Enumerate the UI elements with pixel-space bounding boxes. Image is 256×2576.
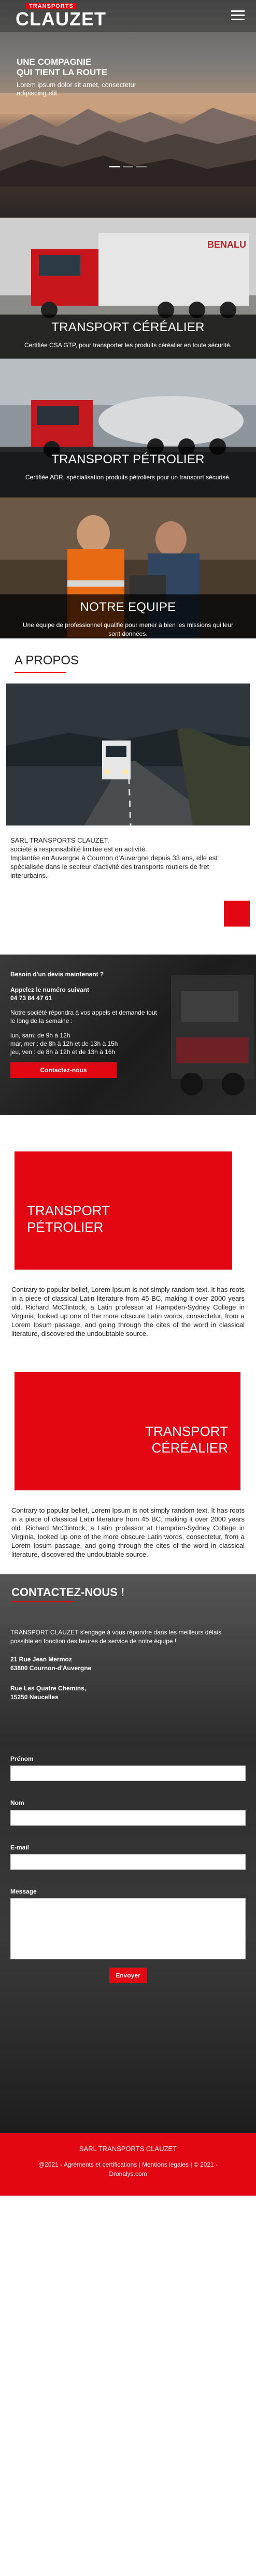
address-line: 21 Rue Jean Mermoz bbox=[10, 1655, 72, 1663]
footer-credit-link[interactable]: Dronalys.com bbox=[0, 2169, 256, 2179]
contact-title: CONTACTEZ-NOUS ! bbox=[11, 1585, 125, 1599]
cerealier-title-line1: TRANSPORT bbox=[145, 1423, 228, 1439]
hero-caption: UNE COMPAGNIE QUI TIENT LA ROUTE Lorem i… bbox=[17, 57, 141, 97]
petrolier-title-line2: PÉTROLIER bbox=[27, 1219, 104, 1235]
hero-title-line2: QUI TIENT LA ROUTE bbox=[17, 67, 108, 77]
hours-line: lun, sam: de 9h à 12h bbox=[10, 1031, 70, 1039]
slider-dot[interactable] bbox=[136, 166, 147, 167]
service-card-petrolier[interactable]: TRANSPORT PÉTROLIER Certifiée ADR, spéci… bbox=[0, 359, 256, 497]
cerealier-text: Contrary to popular belief, Lorem Ipsum … bbox=[11, 1506, 245, 1558]
service-title: NOTRE EQUIPE bbox=[80, 600, 176, 614]
contact-intro: TRANSPORT CLAUZET s'engage à vous répond… bbox=[10, 1628, 222, 1645]
message-label: Message bbox=[10, 1887, 37, 1895]
quote-title: Besoin d'un devis maintenant ? bbox=[10, 970, 104, 978]
footer-company: SARL TRANSPORTS CLAUZET bbox=[79, 2144, 177, 2153]
phone-label: Appelez le numéro suivant bbox=[10, 986, 90, 993]
hours-line: jeu, ven : de 8h à 12h et de 13h à 16h bbox=[10, 1048, 116, 1056]
hero-banner: TRANSPORTS CLAUZET UNE COMPAGNIE QUI TIE… bbox=[0, 0, 256, 218]
hero-title-line1: UNE COMPAGNIE bbox=[17, 57, 92, 67]
about-text: SARL TRANSPORTS CLAUZET, société à respo… bbox=[0, 826, 256, 880]
contact-section: CONTACTEZ-NOUS ! TRANSPORT CLAUZET s'eng… bbox=[0, 1574, 256, 2133]
quote-section: Besoin d'un devis maintenant ? Appelez l… bbox=[0, 954, 256, 1115]
logo-main-text: CLAUZET bbox=[16, 8, 106, 30]
menu-icon[interactable] bbox=[231, 10, 245, 21]
address-1: 21 Rue Jean Mermoz 63800 Cournon-d'Auver… bbox=[0, 1646, 256, 1673]
hero-subtitle: Lorem ipsum dolor sit amet, consectetur … bbox=[17, 81, 137, 97]
message-textarea[interactable] bbox=[10, 1898, 246, 1960]
phone-number[interactable]: 04 73 84 47 61 bbox=[10, 994, 161, 1002]
slider-dot[interactable] bbox=[109, 166, 120, 167]
about-heading: A PROPOS bbox=[15, 653, 79, 667]
lastname-input[interactable] bbox=[10, 1810, 246, 1826]
address-line: Rue Les Quatre Chemins, bbox=[10, 1684, 87, 1692]
address-line: 15250 Naucelles bbox=[10, 1693, 59, 1701]
lastname-label: Nom bbox=[10, 1799, 24, 1807]
service-overlay: TRANSPORT PÉTROLIER Certifiée ADR, spéci… bbox=[0, 447, 256, 497]
address-2: Rue Les Quatre Chemins, 15250 Naucelles bbox=[0, 1673, 256, 1702]
send-button[interactable]: Envoyer bbox=[109, 1968, 147, 1984]
contact-us-button[interactable]: Contactez-nous bbox=[10, 1062, 117, 1078]
slider-dots bbox=[0, 166, 256, 167]
service-overlay: NOTRE EQUIPE Une équipe de professionnel… bbox=[0, 594, 256, 638]
petrolier-title-line1: TRANSPORT bbox=[27, 1202, 110, 1218]
about-line: Implantée en Auvergne à Cournon d'Auverg… bbox=[10, 853, 218, 879]
service-text: Une équipe de professionnel qualifié pou… bbox=[22, 621, 234, 637]
truck-road-image bbox=[6, 683, 250, 826]
brand-logo[interactable]: TRANSPORTS CLAUZET bbox=[16, 3, 106, 30]
quote-content: Besoin d'un devis maintenant ? Appelez l… bbox=[10, 970, 161, 1078]
petrolier-title-box: TRANSPORT PÉTROLIER bbox=[15, 1151, 232, 1270]
footer-links[interactable]: @2021 - Agréments et certifications | Me… bbox=[0, 2160, 256, 2169]
email-input[interactable] bbox=[10, 1854, 246, 1870]
decorative-red-square bbox=[224, 900, 250, 927]
about-section: A PROPOS SARL TRANSPORTS CLAUZET, sociét… bbox=[0, 638, 256, 927]
service-title: TRANSPORT CÉRÉALIER bbox=[51, 320, 205, 334]
service-text: Certifiée CSA GTP, pour transporter les … bbox=[24, 341, 232, 349]
service-overlay: TRANSPORT CÉRÉALIER Certifiée CSA GTP, p… bbox=[0, 315, 256, 359]
cerealier-section: TRANSPORT CÉRÉALIER Contrary to popular … bbox=[0, 1338, 256, 1559]
truck-plate-text: BENALU bbox=[207, 239, 246, 250]
about-line: société à responsabilité limitée est en … bbox=[10, 845, 147, 853]
firstname-label: Prénom bbox=[10, 1755, 34, 1762]
hours-line: mar, mer : de 8h à 12h et de 13h à 15h bbox=[10, 1040, 118, 1047]
mountain-landscape-image bbox=[0, 93, 256, 187]
service-text: Certifiée ADR, spécialisation produits p… bbox=[25, 473, 231, 481]
service-card-equipe[interactable]: NOTRE EQUIPE Une équipe de professionnel… bbox=[0, 497, 256, 638]
firstname-input[interactable] bbox=[10, 1766, 246, 1782]
footer: SARL TRANSPORTS CLAUZET @2021 - Agrément… bbox=[0, 2132, 256, 2196]
top-bar: TRANSPORTS CLAUZET bbox=[0, 0, 256, 32]
petrolier-section: TRANSPORT PÉTROLIER Contrary to popular … bbox=[0, 1115, 256, 1338]
service-card-cerealier[interactable]: BENALU TRANSPORT CÉRÉALIER Certifiée CSA… bbox=[0, 218, 256, 359]
cerealier-title-line2: CÉRÉALIER bbox=[151, 1440, 228, 1456]
cerealier-title-box: TRANSPORT CÉRÉALIER bbox=[15, 1372, 240, 1490]
email-label: E-mail bbox=[10, 1843, 30, 1851]
service-title: TRANSPORT PÉTROLIER bbox=[51, 452, 205, 466]
address-line: 63800 Cournon-d'Auvergne bbox=[10, 1664, 92, 1672]
about-line: SARL TRANSPORTS CLAUZET, bbox=[10, 836, 109, 844]
heading-underline bbox=[15, 672, 66, 673]
slider-dot[interactable] bbox=[123, 166, 133, 167]
quote-info: Notre société répondra à vos appels et d… bbox=[10, 1008, 157, 1024]
contact-form: Prénom Nom E-mail Message Envoyer bbox=[0, 1702, 256, 1984]
petrolier-text: Contrary to popular belief, Lorem Ipsum … bbox=[11, 1285, 245, 1337]
